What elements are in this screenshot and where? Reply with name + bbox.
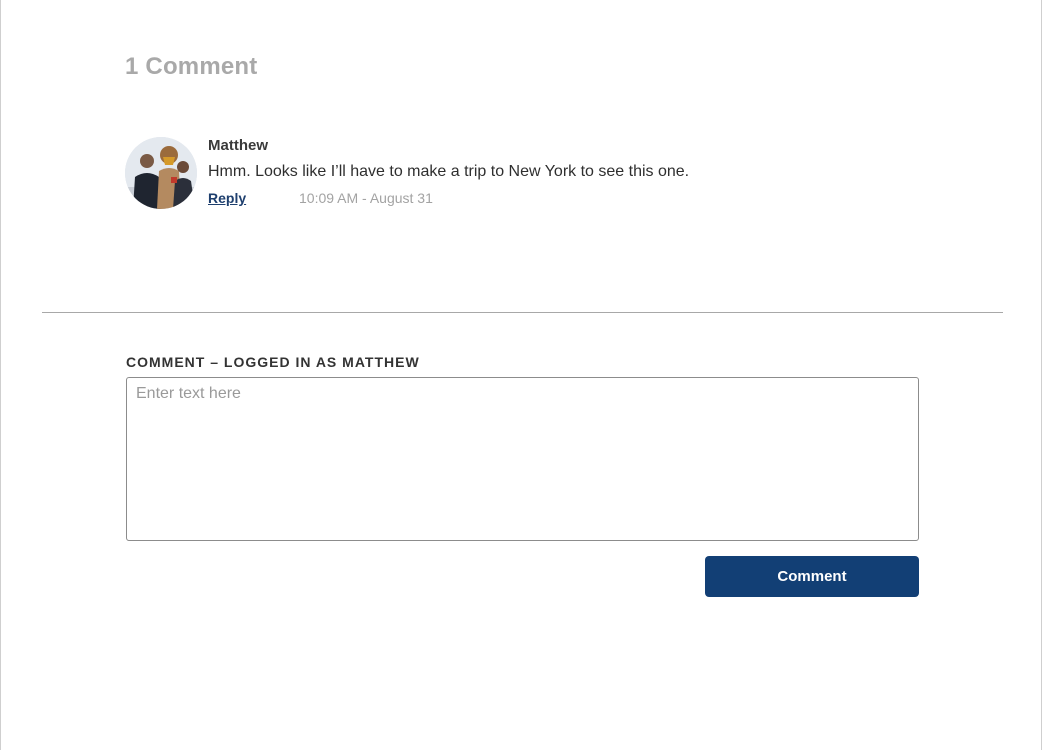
comment-timestamp: 10:09 AM - August 31	[299, 190, 433, 206]
comment-textarea[interactable]	[126, 377, 919, 541]
avatar	[125, 137, 197, 209]
comment-form-label: COMMENT – LOGGED IN AS MATTHEW	[126, 354, 420, 370]
comment-author: Matthew	[208, 137, 268, 154]
reply-link[interactable]: Reply	[208, 190, 246, 206]
comment-text: Hmm. Looks like I’ll have to make a trip…	[208, 163, 690, 180]
submit-comment-button[interactable]: Comment	[705, 556, 919, 597]
comments-count-heading: 1 Comment	[125, 53, 258, 80]
user-avatar-photo-icon	[125, 137, 197, 209]
section-divider	[42, 312, 1003, 313]
page-frame: 1 Comment Matthew Hmm. Looks like I’ll h…	[0, 0, 1042, 750]
